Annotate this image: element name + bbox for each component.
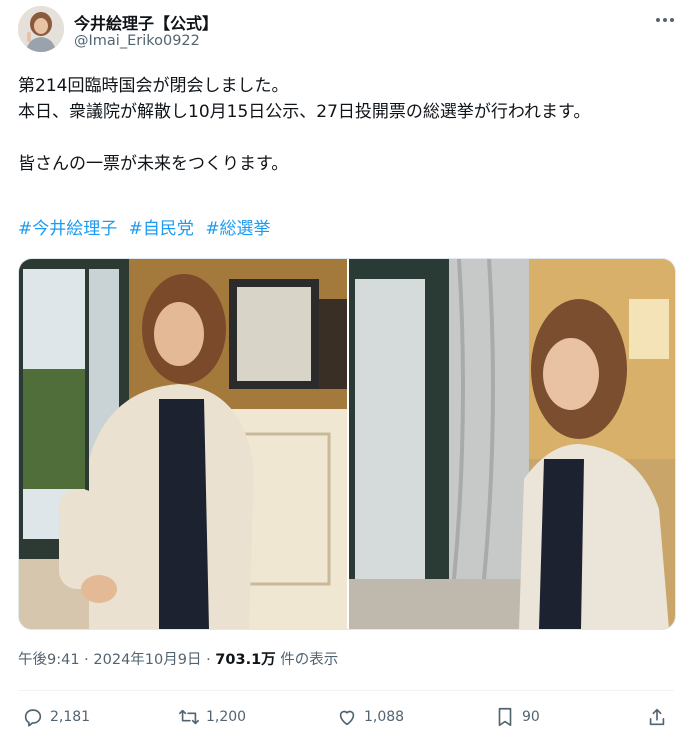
tweet-line: 皆さんの一票が未来をつくります。 <box>18 154 289 174</box>
repost-icon <box>179 709 199 725</box>
avatar[interactable] <box>18 6 64 52</box>
display-name[interactable]: 今井絵理子【公式】 <box>74 10 218 34</box>
repost-button[interactable]: 1,200 <box>178 706 246 728</box>
like-icon <box>339 710 355 726</box>
like-count: 1,088 <box>364 709 405 725</box>
repost-count: 1,200 <box>206 709 247 725</box>
like-button[interactable]: 1,088 <box>336 706 404 728</box>
hashtag-list: #今井絵理子 #自民党 #総選挙 <box>18 214 277 239</box>
bookmark-count: 90 <box>522 709 540 725</box>
tweet-header: 今井絵理子【公式】 @Imai_Eriko0922 <box>18 6 678 58</box>
more-icon[interactable] <box>652 10 678 30</box>
reply-button[interactable]: 2,181 <box>22 706 90 728</box>
photo-right[interactable] <box>349 259 675 629</box>
reply-count: 2,181 <box>50 709 91 725</box>
hashtag-link[interactable]: #総選挙 <box>205 219 270 239</box>
view-count: 703.1万 <box>215 652 276 668</box>
bookmark-button[interactable]: 90 <box>494 706 540 728</box>
photo-left[interactable] <box>19 259 347 629</box>
action-bar: 2,181 1,200 1,088 90 <box>18 706 678 736</box>
meta-separator: · <box>84 652 89 668</box>
bookmark-icon <box>498 707 512 727</box>
tweet-meta: 午後9:41 · 2024年10月9日 · 703.1万 件の表示 <box>18 648 338 669</box>
share-icon <box>649 708 665 726</box>
tweet-text: 第214回臨時国会が閉会しました。 本日、衆議院が解散し10月15日公示、27日… <box>18 73 673 177</box>
view-label: 件の表示 <box>280 652 339 668</box>
tweet-line: 本日、衆議院が解散し10月15日公示、27日投開票の総選挙が行われます。 <box>18 102 591 122</box>
meta-separator: · <box>206 652 211 668</box>
reply-icon <box>24 709 42 727</box>
hashtag-link[interactable]: #自民党 <box>129 219 194 239</box>
post-date[interactable]: 2024年10月9日 <box>93 652 201 668</box>
media-grid <box>18 258 676 630</box>
share-button[interactable] <box>646 706 674 728</box>
hashtag-link[interactable]: #今井絵理子 <box>18 219 117 239</box>
divider <box>18 690 674 691</box>
tweet-line: 第214回臨時国会が閉会しました。 <box>18 76 289 96</box>
user-handle[interactable]: @Imai_Eriko0922 <box>74 33 200 49</box>
post-time[interactable]: 午後9:41 <box>18 652 80 668</box>
